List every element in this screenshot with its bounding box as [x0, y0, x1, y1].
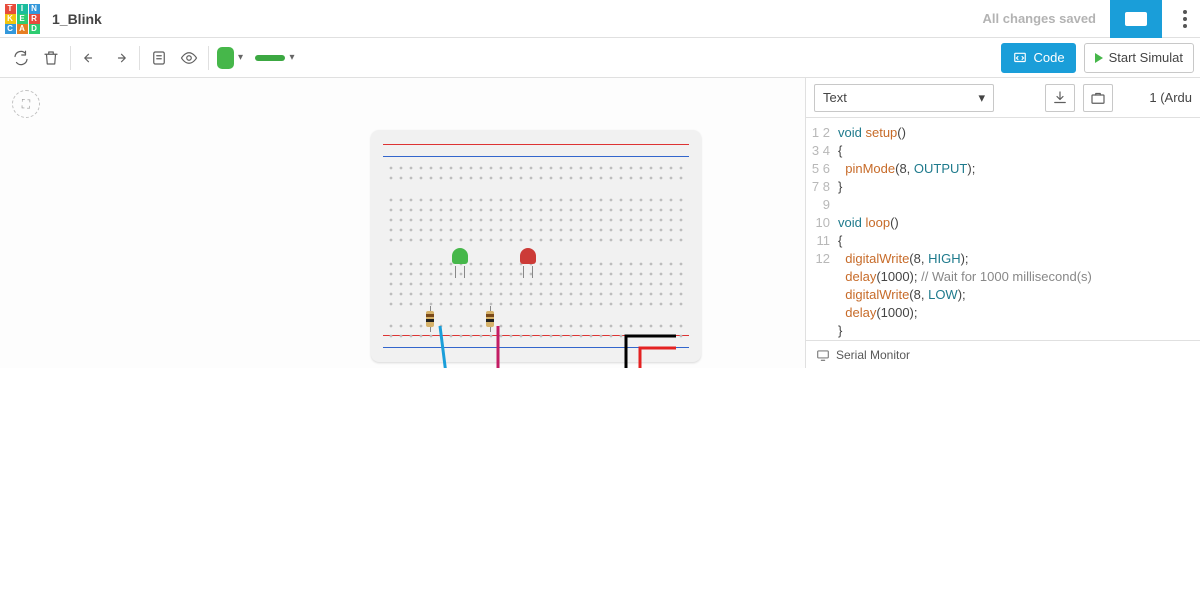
redo-icon [111, 49, 129, 67]
wire-swatch [255, 55, 285, 61]
undo-icon [81, 49, 99, 67]
serial-monitor-label: Serial Monitor [836, 348, 910, 362]
component-panel-toggle[interactable] [1110, 0, 1162, 38]
breadboard[interactable] [371, 130, 701, 362]
save-status: All changes saved [983, 11, 1096, 26]
monitor-icon [816, 348, 830, 362]
eye-icon [180, 49, 198, 67]
code-mode-select[interactable]: Text▾ [814, 84, 994, 112]
note-icon [150, 49, 168, 67]
play-icon [1095, 53, 1103, 63]
delete-button[interactable] [36, 43, 66, 73]
code-mode-value: Text [823, 90, 847, 105]
code-text: void setup() { pinMode(8, OUTPUT); } voi… [836, 118, 1100, 340]
code-gutter: 1 2 3 4 5 6 7 8 9 10 11 12 [806, 118, 836, 340]
rotate-button[interactable] [6, 43, 36, 73]
more-menu[interactable] [1176, 10, 1194, 28]
visibility-button[interactable] [174, 43, 204, 73]
code-panel: Text▾ 1 (Ardu 1 2 3 4 5 6 7 8 9 10 11 12… [805, 78, 1200, 368]
start-simulation-label: Start Simulat [1109, 50, 1183, 65]
briefcase-icon [1089, 89, 1107, 107]
redo-button[interactable] [105, 43, 135, 73]
annotate-button[interactable] [144, 43, 174, 73]
tinkercad-logo[interactable]: TINKERCAD [0, 0, 44, 38]
resistor-1[interactable] [426, 306, 434, 332]
circuit-canvas[interactable]: ⛶ [0, 78, 805, 368]
project-title[interactable]: 1_Blink [52, 11, 102, 27]
trash-icon [42, 49, 60, 67]
libraries-button[interactable] [1083, 84, 1113, 112]
download-icon [1051, 89, 1069, 107]
code-panel-header: Text▾ 1 (Ardu [806, 78, 1200, 118]
code-button[interactable]: Code [1001, 43, 1076, 73]
start-simulation-button[interactable]: Start Simulat [1084, 43, 1194, 73]
serial-monitor-toggle[interactable]: Serial Monitor [806, 340, 1200, 368]
app-header: TINKERCAD 1_Blink All changes saved [0, 0, 1200, 38]
led-red[interactable] [520, 248, 536, 268]
rotate-icon [12, 49, 30, 67]
wire-color-picker[interactable] [243, 43, 303, 73]
color-swatch [217, 47, 234, 69]
code-editor[interactable]: 1 2 3 4 5 6 7 8 9 10 11 12 void setup() … [806, 118, 1200, 340]
download-code-button[interactable] [1045, 84, 1075, 112]
device-select[interactable]: 1 (Ardu [1149, 90, 1192, 105]
resistor-2[interactable] [486, 306, 494, 332]
led-green[interactable] [452, 248, 468, 268]
component-color-picker[interactable] [213, 43, 243, 73]
toolbar: Code Start Simulat [0, 38, 1200, 78]
code-button-label: Code [1034, 50, 1065, 65]
chip-icon [1125, 12, 1147, 26]
zoom-to-fit-button[interactable]: ⛶ [12, 90, 40, 118]
code-icon [1012, 51, 1028, 65]
undo-button[interactable] [75, 43, 105, 73]
